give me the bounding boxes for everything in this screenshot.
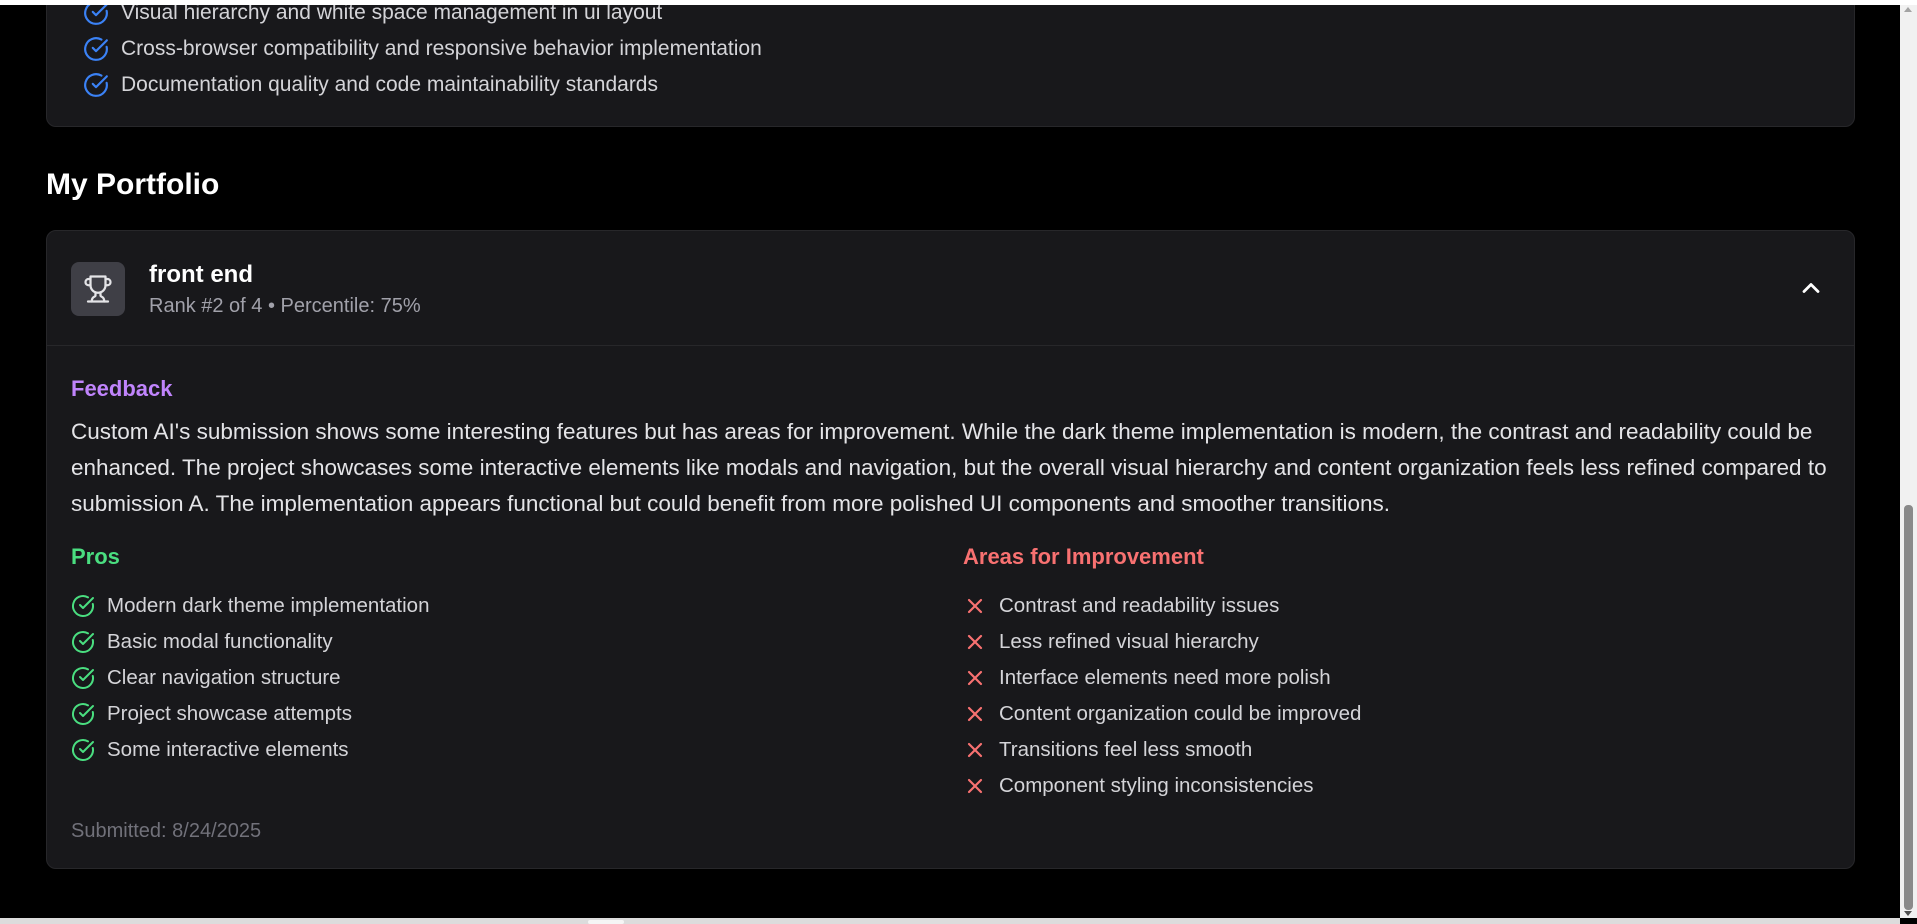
circle-check-icon: [72, 595, 94, 617]
circle-check-icon: [84, 37, 108, 61]
window-top-edge: [0, 0, 1917, 5]
circle-check-icon: [72, 703, 94, 725]
circle-check-icon: [72, 631, 94, 653]
improvement-item: Less refined visual hierarchy: [963, 624, 1843, 660]
horizontal-scrollbar-thumb[interactable]: [588, 920, 624, 924]
improvement-item-label: Contrast and readability issues: [999, 594, 1280, 617]
criteria-list: Visual hierarchy and white space managem…: [83, 0, 762, 103]
feedback-heading: Feedback: [71, 376, 173, 401]
vertical-scrollbar[interactable]: [1900, 5, 1917, 918]
improvement-item: Content organization could be improved: [963, 696, 1843, 732]
trophy-badge: [71, 262, 125, 316]
x-icon: [967, 778, 983, 794]
criteria-item: Cross-browser compatibility and responsi…: [83, 31, 762, 67]
page-viewport: Visual hierarchy and white space managem…: [0, 0, 1900, 918]
pros-item: Project showcase attempts: [71, 696, 951, 732]
collapse-button[interactable]: [1794, 271, 1828, 305]
scroll-down-arrow-icon[interactable]: [1904, 911, 1912, 916]
improvement-item: Interface elements need more polish: [963, 660, 1843, 696]
x-icon: [967, 670, 983, 686]
entry-header[interactable]: front end Rank #2 of 4 • Percentile: 75%: [47, 231, 1854, 346]
feedback-text: Custom AI's submission shows some intere…: [71, 419, 1827, 516]
improvement-item: Component styling inconsistencies: [963, 768, 1843, 804]
pros-item: Clear navigation structure: [71, 660, 951, 696]
improvement-item-label: Less refined visual hierarchy: [999, 630, 1259, 653]
pros-heading: Pros: [71, 544, 120, 569]
pros-list: Modern dark theme implementation Basic m…: [71, 588, 951, 768]
submitted-date: Submitted: 8/24/2025: [71, 820, 262, 842]
portfolio-heading: My Portfolio: [46, 168, 220, 201]
criteria-item: Documentation quality and code maintaina…: [83, 67, 762, 103]
improvement-item: Contrast and readability issues: [963, 588, 1843, 624]
improvement-item: Transitions feel less smooth: [963, 732, 1843, 768]
trophy-icon: [84, 275, 112, 303]
improvements-column: Areas for Improvement Contrast and reada…: [963, 544, 1843, 804]
improvements-list: Contrast and readability issues Less ref…: [963, 588, 1843, 804]
pros-item-label: Modern dark theme implementation: [107, 594, 430, 617]
entry-title: front end: [149, 261, 253, 288]
pros-item-label: Some interactive elements: [107, 738, 349, 761]
portfolio-entry-card: front end Rank #2 of 4 • Percentile: 75%…: [46, 230, 1855, 869]
improvement-item-label: Interface elements need more polish: [999, 666, 1331, 689]
pros-column: Pros Modern dark theme implementation Ba…: [71, 544, 951, 768]
pros-item: Modern dark theme implementation: [71, 588, 951, 624]
x-icon: [967, 598, 983, 614]
circle-check-icon: [72, 667, 94, 689]
improvement-item-label: Component styling inconsistencies: [999, 774, 1314, 797]
horizontal-scrollbar[interactable]: [0, 918, 1900, 924]
pros-item: Some interactive elements: [71, 732, 951, 768]
improvements-heading: Areas for Improvement: [963, 544, 1204, 569]
improvement-item-label: Content organization could be improved: [999, 702, 1362, 725]
pros-item-label: Clear navigation structure: [107, 666, 341, 689]
entry-rank-meta: Rank #2 of 4 • Percentile: 75%: [149, 295, 421, 317]
criteria-item-label: Cross-browser compatibility and responsi…: [121, 37, 762, 60]
circle-check-icon: [84, 73, 108, 97]
circle-check-icon: [72, 739, 94, 761]
criteria-item-label: Documentation quality and code maintaina…: [121, 73, 658, 96]
x-icon: [967, 742, 983, 758]
x-icon: [967, 634, 983, 650]
pros-item-label: Basic modal functionality: [107, 630, 333, 653]
scroll-up-arrow-icon[interactable]: [1904, 7, 1912, 12]
x-icon: [967, 706, 983, 722]
chevron-up-icon: [1802, 283, 1820, 293]
pros-item-label: Project showcase attempts: [107, 702, 352, 725]
improvement-item-label: Transitions feel less smooth: [999, 738, 1253, 761]
scrollbar-thumb[interactable]: [1904, 505, 1913, 910]
pros-item: Basic modal functionality: [71, 624, 951, 660]
criteria-card: Visual hierarchy and white space managem…: [46, 0, 1855, 127]
